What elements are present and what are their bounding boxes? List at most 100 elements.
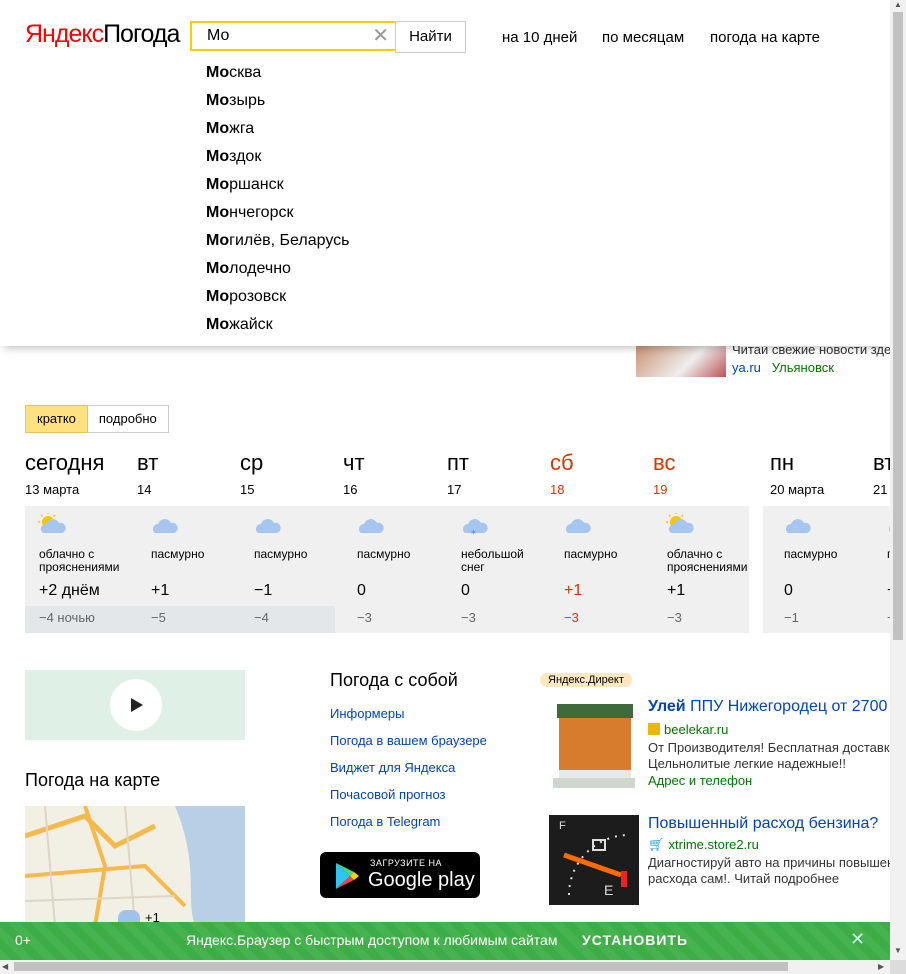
link-browser[interactable]: Погода в вашем браузере — [330, 733, 487, 748]
find-button[interactable]: Найти — [395, 21, 466, 53]
day-name: вс — [653, 450, 676, 475]
temp-day: +1 — [151, 582, 170, 599]
nav-10-days[interactable]: на 10 дней — [502, 29, 577, 46]
site-favicon-icon — [648, 723, 660, 735]
ad-text: От Производителя! Бесплатная доставка Це… — [648, 740, 898, 771]
suggestion-item[interactable]: Мончегорск — [206, 204, 293, 222]
scroll-up-arrow-icon[interactable]: ▲ — [894, 0, 902, 9]
weather-map[interactable]: +1 — [25, 806, 245, 926]
day-name: вт — [137, 450, 159, 475]
forecast-day[interactable]: пт 17 — [447, 450, 469, 497]
cloudy-icon — [252, 513, 282, 535]
condition-text: пасмурно — [784, 547, 838, 561]
light-snow-icon: * — [459, 513, 489, 540]
condition-text: облачно с прояснениями — [39, 547, 120, 574]
day-date: 20 марта — [770, 482, 825, 497]
suggestion-item[interactable]: Мозырь — [206, 92, 265, 110]
news-site-link[interactable]: ya.ru — [732, 360, 761, 375]
cart-icon: 🛒︎ — [648, 837, 665, 852]
scroll-down-arrow-icon[interactable]: ▼ — [894, 946, 902, 955]
suggestion-item[interactable]: Можга — [206, 120, 254, 138]
close-icon[interactable]: ✕ — [850, 929, 865, 950]
day-name: пн — [770, 450, 795, 475]
ad-text: Диагностируй авто на причины повышен рас… — [648, 855, 895, 886]
news-source: ya.ru Ульяновск — [732, 360, 834, 375]
day-name: сб — [550, 450, 574, 475]
suggestion-item[interactable]: Морозовск — [206, 288, 286, 306]
forecast-day[interactable]: вс 19 — [653, 450, 675, 497]
search-box[interactable]: ✕ — [190, 21, 395, 51]
link-widget[interactable]: Виджет для Яндекса — [330, 760, 455, 775]
temp-night: −3 — [667, 610, 682, 625]
weather-map-title[interactable]: Погода на карте — [25, 770, 160, 791]
browser-banner[interactable]: 0+ Яндекс.Браузер с быстрым доступом к л… — [0, 922, 890, 960]
day-name: ср — [240, 450, 264, 475]
take-along-title: Погода с собой — [330, 670, 458, 690]
cloudy-icon — [562, 513, 592, 535]
ad-site[interactable]: 🛒︎ xtrime.store2.ru — [648, 837, 759, 853]
svg-text:E: E — [604, 882, 613, 898]
forecast-day[interactable]: вт 14 — [137, 450, 158, 497]
condition-text: пасмурно — [564, 547, 618, 561]
partly-cloudy-icon — [37, 512, 67, 535]
logo-brand: Яндекс — [25, 20, 104, 48]
logo[interactable]: ЯндексПогода — [25, 20, 180, 49]
ads-label[interactable]: Яндекс.Директ — [540, 673, 632, 687]
suggestion-item[interactable]: Могилёв, Беларусь — [206, 232, 349, 250]
scroll-right-arrow-icon[interactable]: ▶ — [878, 962, 884, 971]
vertical-scroll-thumb[interactable] — [893, 12, 903, 640]
cloudy-icon — [355, 513, 385, 535]
day-date: 19 — [653, 482, 668, 497]
day-date: 18 — [550, 482, 565, 497]
temp-day: 0 — [357, 582, 366, 599]
ad-title[interactable]: Повышенный расход бензина? — [648, 815, 878, 833]
news-city: Ульяновск — [771, 360, 834, 375]
temp-night: −3 — [564, 610, 579, 625]
nav-by-months[interactable]: по месяцам — [602, 29, 684, 46]
temp-night: −1 — [784, 610, 799, 625]
ad-site[interactable]: beelekar.ru — [648, 722, 728, 737]
cloudy-icon — [149, 513, 179, 535]
link-telegram[interactable]: Погода в Telegram — [330, 814, 440, 829]
suggestion-item[interactable]: Моршанск — [206, 176, 284, 194]
ad-title[interactable]: Улей ППУ Нижегородец от 2700 — [648, 698, 887, 716]
google-play-button[interactable]: ЗАГРУЗИТЕ НА Google play — [320, 852, 480, 898]
search-input[interactable] — [207, 27, 357, 45]
day-date: 16 — [343, 482, 358, 497]
temp-night: −3 — [461, 610, 476, 625]
suggestion-item[interactable]: Москва — [206, 64, 261, 82]
forecast-day[interactable]: сегодня 13 марта — [25, 450, 104, 497]
day-date: 14 — [137, 482, 152, 497]
install-button[interactable]: УСТАНОВИТЬ — [582, 932, 688, 948]
temp-night: −5 — [151, 610, 166, 625]
partly-cloudy-icon — [665, 512, 695, 535]
ad-image-hive[interactable] — [549, 698, 639, 796]
play-icon[interactable] — [110, 679, 162, 731]
nav-weather-map[interactable]: погода на карте — [710, 29, 820, 46]
scroll-left-arrow-icon[interactable]: ◀ — [2, 962, 8, 971]
gplay-big-text: Google play — [368, 869, 475, 891]
link-hourly[interactable]: Почасовой прогноз — [330, 787, 446, 802]
toggle-detailed[interactable]: подробно — [87, 405, 169, 433]
forecast-day[interactable]: чт 16 — [343, 450, 365, 497]
ad-extra-link[interactable]: Адрес и телефон — [648, 773, 752, 788]
forecast-day[interactable]: ср 15 — [240, 450, 263, 497]
suggestion-item[interactable]: Можайск — [206, 316, 273, 334]
ad-image-fuel-gauge[interactable]: F E — [549, 815, 639, 905]
cloudy-icon — [782, 513, 812, 535]
temp-day: +2 днём — [39, 582, 100, 599]
horizontal-scroll-thumb[interactable] — [14, 962, 788, 971]
suggestion-item[interactable]: Молодечно — [206, 260, 291, 278]
toggle-short[interactable]: кратко — [25, 405, 88, 433]
logo-service: Погода — [103, 20, 180, 48]
gplay-small-text: ЗАГРУЗИТЕ НА — [370, 858, 443, 868]
temp-day: +1 — [667, 582, 686, 599]
link-informers[interactable]: Информеры — [330, 706, 404, 721]
forecast-day[interactable]: сб 18 — [550, 450, 574, 497]
day-date: 13 марта — [25, 482, 80, 497]
condition-text: пасмурно — [357, 547, 411, 561]
clear-icon[interactable]: ✕ — [372, 26, 389, 46]
suggestion-item[interactable]: Моздок — [206, 148, 261, 166]
forecast-day[interactable]: пн 20 марта — [770, 450, 824, 497]
svg-text:*: * — [471, 529, 476, 537]
